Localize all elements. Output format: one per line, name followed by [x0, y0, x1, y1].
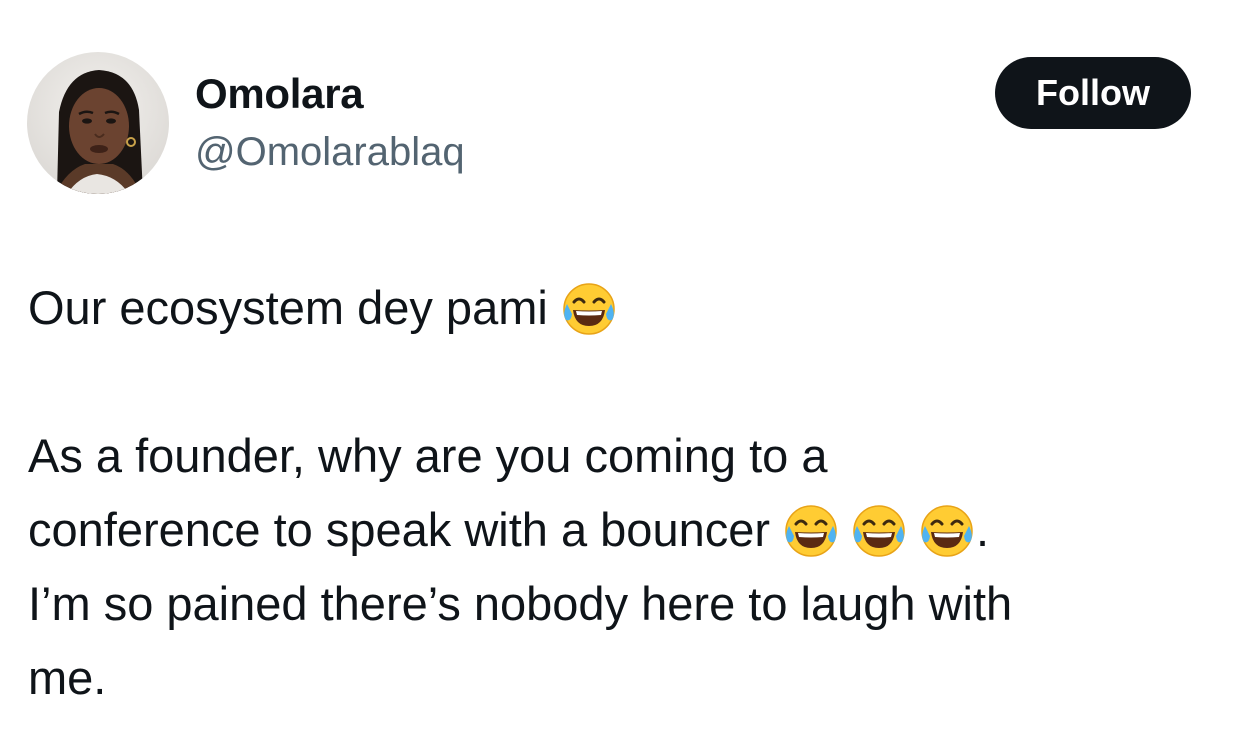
tweet-text-segment: me.: [28, 651, 107, 704]
follow-button[interactable]: Follow: [995, 57, 1191, 129]
tweet-text-segment: conference to speak with a bouncer: [28, 503, 771, 556]
tweet-text-line: I’m so pained there’s nobody here to lau…: [28, 566, 1012, 641]
tweet-text-line: As a founder, why are you coming to a: [28, 418, 827, 493]
tweet-text-segment: .: [976, 503, 990, 556]
tweet-text-line: conference to speak with a bouncer.: [28, 492, 989, 567]
face-with-tears-of-joy-icon: [918, 502, 976, 560]
face-with-tears-of-joy-icon: [560, 280, 618, 338]
display-name[interactable]: Omolara: [195, 70, 364, 118]
tweet-text-line: me.: [28, 640, 106, 715]
user-handle[interactable]: @Omolarablaq: [195, 130, 465, 175]
tweet-text-line: Our ecosystem dey pami: [28, 270, 618, 345]
avatar[interactable]: [27, 52, 169, 194]
tweet-text-segment: As a founder, why are you coming to a: [28, 429, 828, 482]
face-with-tears-of-joy-icon: [850, 502, 908, 560]
face-with-tears-of-joy-icon: [782, 502, 840, 560]
profile-photo-icon: [27, 52, 169, 194]
tweet-text-segment: Our ecosystem dey pami: [28, 281, 548, 334]
tweet-text-segment: I’m so pained there’s nobody here to lau…: [28, 577, 1013, 630]
